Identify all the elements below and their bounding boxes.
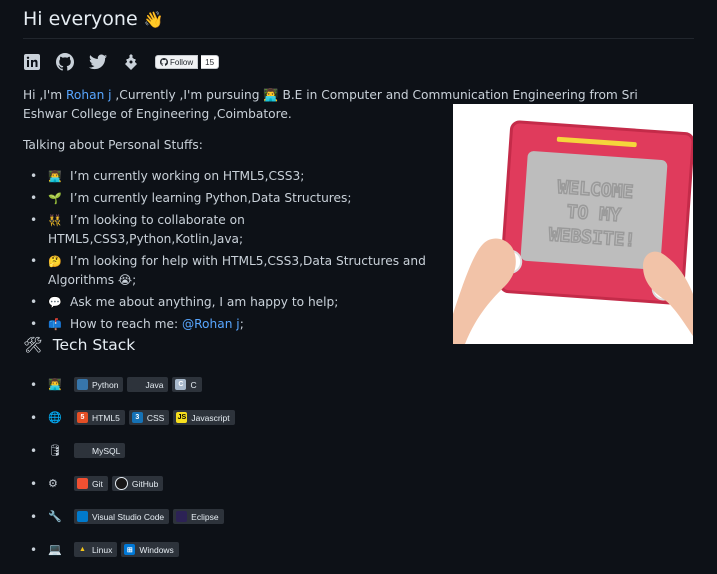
linkedin-icon[interactable] <box>23 53 41 71</box>
mailbox-emoji: 📫 <box>48 318 62 331</box>
badge-label: MySQL <box>92 445 121 456</box>
eclipse-icon <box>176 511 188 522</box>
linux-icon: ▲ <box>77 544 88 555</box>
speech-emoji: 💬 <box>48 296 62 309</box>
seedling-emoji: 🌱 <box>48 192 62 205</box>
github-mark-icon <box>160 58 168 66</box>
badge-label: Javascript <box>191 412 230 423</box>
badge-label: Java <box>145 379 164 390</box>
gear-emoji: ⚙ <box>48 477 58 490</box>
tech-row-web: 🌐 5 HTML5 3CSS JSJavascript <box>30 401 239 434</box>
intro-text-2: ,Currently ,I'm pursuing <box>111 88 264 102</box>
list-item-suffix: ; <box>239 317 244 331</box>
personal-heading: Talking about Personal Stuffs: <box>23 138 203 152</box>
badge-label: Linux <box>92 544 113 555</box>
tech-row-languages: 👨‍💻 Python Java CC <box>30 368 239 401</box>
follower-count[interactable]: 15 <box>201 55 220 69</box>
mysql-icon <box>77 445 88 456</box>
badge-label: Windows <box>139 544 174 555</box>
badge-git: Git <box>74 476 108 491</box>
badge-html5: 5 HTML5 <box>74 410 125 425</box>
follow-button[interactable]: Follow <box>155 55 199 69</box>
list-item-text: I’m currently working on HTML5,CSS3; <box>70 169 305 183</box>
windows-icon: ⊞ <box>124 544 136 555</box>
tech-stack-title: Tech Stack <box>52 336 136 354</box>
badge-label: C <box>190 379 197 390</box>
badge-css: 3 CSS <box>128 410 170 425</box>
tech-row-ide: 🔧 Visual Studio Code Eclipse <box>30 500 239 533</box>
list-item: 💬 Ask me about anything, I am happy to he… <box>30 293 430 312</box>
list-item: 🤔I’m looking for help with HTML5,CSS3,Da… <box>30 252 430 290</box>
tools-emoji: 🛠 <box>23 336 43 354</box>
css-icon: 3 <box>131 412 143 423</box>
page-title: Hi everyone 👋 <box>23 8 694 39</box>
laptop-emoji: 💻 <box>48 543 62 556</box>
vscode-icon <box>77 511 88 522</box>
collaborate-emoji: 👯 <box>48 214 62 227</box>
gitlab-icon[interactable] <box>122 53 140 71</box>
crying-emoji: 😭 <box>117 273 133 287</box>
wrench-emoji: 🔧 <box>48 510 62 523</box>
html5-icon: 5 <box>77 412 88 423</box>
tech-row-os: 💻 ▲ Linux ⊞Windows <box>30 533 239 566</box>
badge-linux: ▲ Linux <box>74 542 118 557</box>
list-item: 👨‍💻 I’m currently working on HTML5,CSS3; <box>30 167 430 186</box>
intro-text-1: Hi ,I'm <box>23 88 66 102</box>
tech-row-database: 🛢 MySQL <box>30 434 239 467</box>
list-item-text: I’m looking for help with HTML5,CSS3,Dat… <box>48 254 426 287</box>
list-item-text: I’m currently learning Python,Data Struc… <box>70 191 352 205</box>
wave-emoji: 👋 <box>143 10 164 29</box>
github-icon <box>114 477 128 490</box>
badge-label: CSS <box>146 412 165 423</box>
title-text: Hi everyone <box>23 8 138 30</box>
badge-vscode: Visual Studio Code <box>74 509 170 524</box>
tech-stack-list: 👨‍💻 Python Java CC 🌐 5 HTML5 3CSS JSJavas… <box>30 368 239 566</box>
badge-java: Java <box>127 377 169 392</box>
badge-windows: ⊞ Windows <box>121 542 179 557</box>
github-icon[interactable] <box>56 53 74 71</box>
social-links: Follow 15 <box>23 52 220 72</box>
badge-python: Python <box>74 377 124 392</box>
database-emoji: 🛢 <box>48 444 62 457</box>
c-icon: C <box>175 379 187 390</box>
welcome-line-2: TO MY <box>566 202 622 227</box>
developer-emoji: 👨‍💻 <box>263 88 279 102</box>
badge-c: CC <box>172 377 202 392</box>
twitter-icon[interactable] <box>89 53 107 71</box>
badge-github: GitHub <box>111 476 164 491</box>
follow-label: Follow <box>170 57 194 67</box>
badge-label: Git <box>92 478 103 489</box>
badge-javascript: JS Javascript <box>173 410 235 425</box>
badge-label: HTML5 <box>92 412 120 423</box>
badge-label: GitHub <box>131 478 159 489</box>
badge-label: Eclipse <box>191 511 219 522</box>
working-emoji: 👨‍💻 <box>48 170 62 183</box>
tech-row-vcs: ⚙ Git GitHub <box>30 467 239 500</box>
list-item: 📫 How to reach me: @Rohan j; <box>30 315 430 334</box>
list-item: 🌱 I’m currently learning Python,Data Stru… <box>30 189 430 208</box>
tech-stack-heading: 🛠 Tech Stack <box>23 336 135 354</box>
git-icon <box>77 478 88 489</box>
javascript-icon: JS <box>176 412 188 423</box>
badge-mysql: MySQL <box>74 443 126 458</box>
list-item-text: Ask me about anything, I am happy to hel… <box>70 295 339 309</box>
list-item-text: How to reach me: <box>70 317 182 331</box>
github-follow-widget: Follow 15 <box>155 55 220 69</box>
badge-label: Visual Studio Code <box>92 511 165 522</box>
badge-label: Python <box>92 379 119 390</box>
python-icon <box>77 379 88 390</box>
personal-list: 👨‍💻I’m currently working on HTML5,CSS3; … <box>30 167 430 337</box>
java-icon <box>130 379 142 390</box>
profile-name-link[interactable]: Rohan j <box>66 88 112 102</box>
thinking-emoji: 🤔 <box>48 255 62 268</box>
badge-eclipse: Eclipse <box>173 509 224 524</box>
contact-link[interactable]: @Rohan j <box>182 317 240 331</box>
list-item-suffix: ; <box>132 273 137 287</box>
list-item-text: I’m looking to collaborate on HTML5,CSS3… <box>48 213 245 246</box>
welcome-etch-a-sketch-image: WELCOME TO MY WEBSITE! <box>453 104 695 344</box>
list-item: 👯I’m looking to collaborate on HTML5,CSS… <box>30 211 430 249</box>
developer-emoji: 👨‍💻 <box>48 378 62 391</box>
globe-emoji: 🌐 <box>48 411 62 424</box>
